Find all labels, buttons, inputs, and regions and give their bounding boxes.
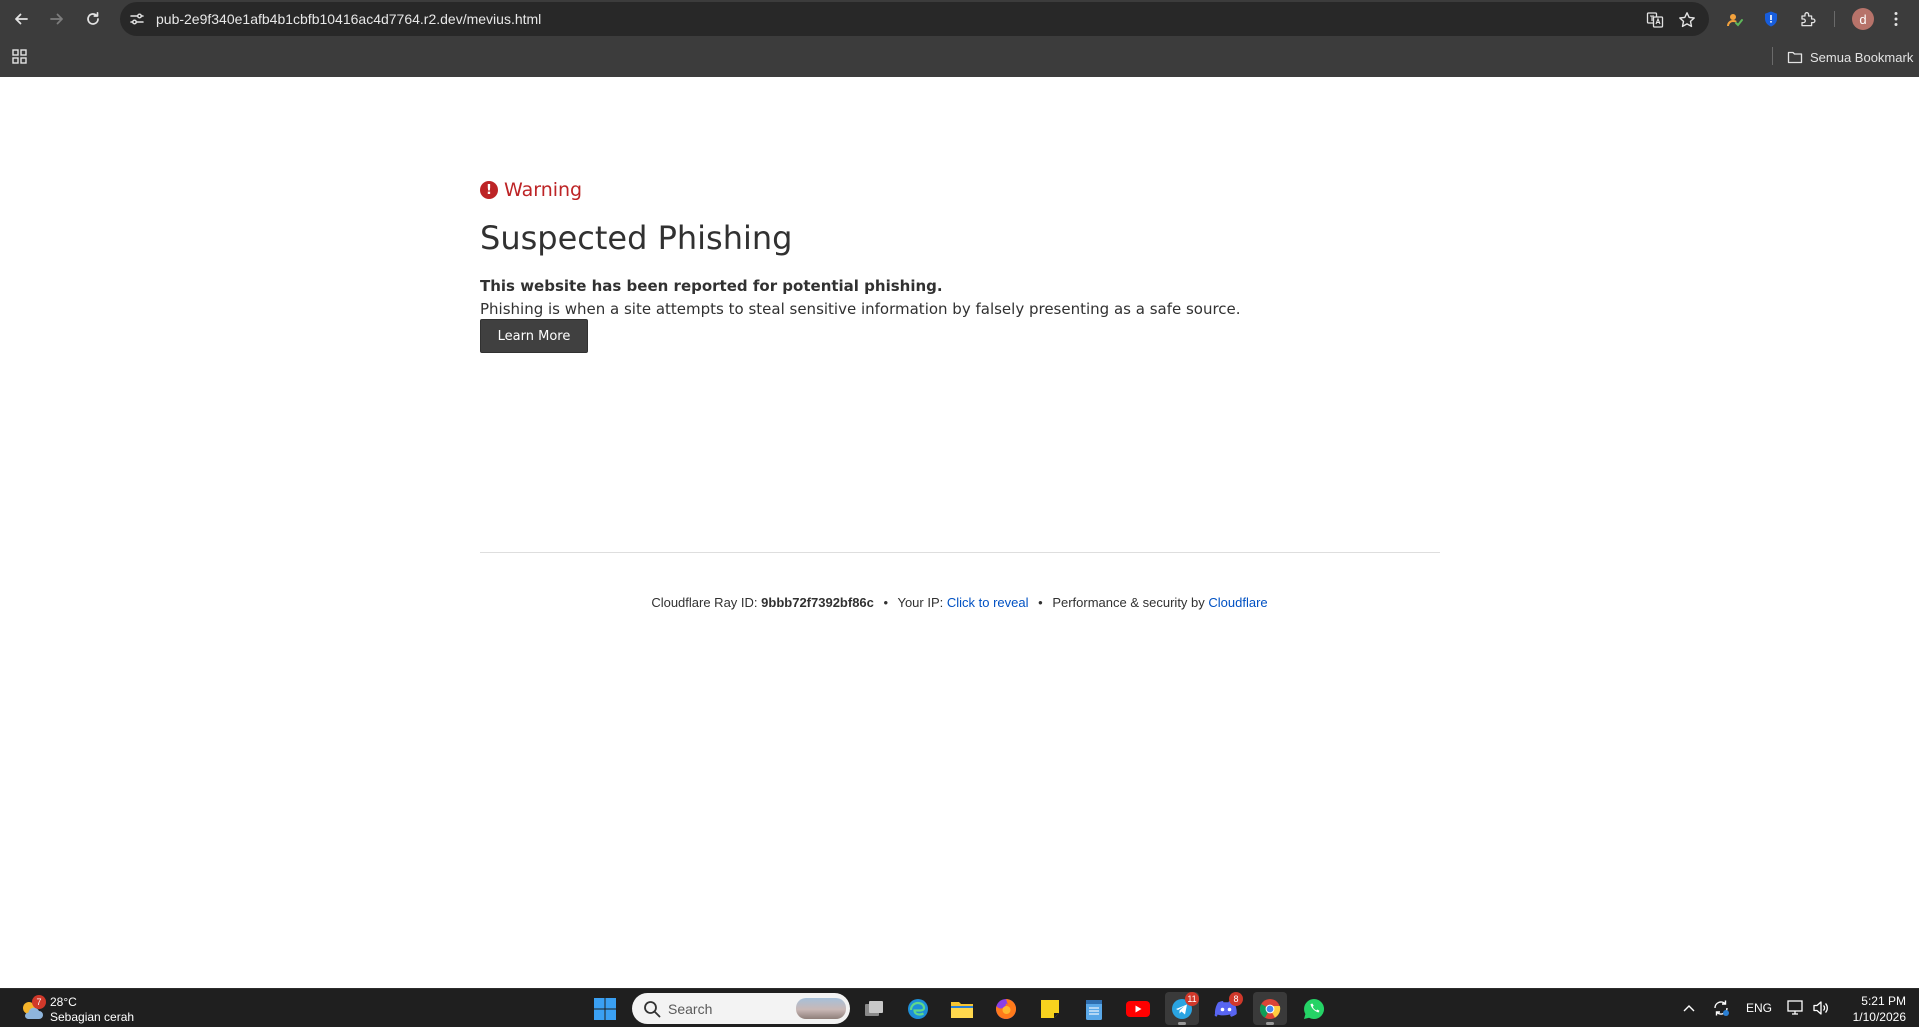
footer-divider (480, 552, 1440, 553)
weather-badge: 7 (32, 995, 46, 1009)
learn-more-button[interactable]: Learn More (480, 319, 588, 353)
browser-toolbar: pub-2e9f340e1afb4b1cbfb10416ac4d7764.r2.… (0, 0, 1919, 37)
warning-exclamation-icon: ! (480, 181, 498, 199)
weather-widget[interactable]: 7 28°C Sebagian cerah (18, 993, 148, 1025)
page-content: ! Warning Suspected Phishing This websit… (0, 77, 1919, 988)
all-bookmarks-label: Semua Bookmark (1810, 49, 1914, 65)
taskbar-notepad[interactable] (1077, 992, 1111, 1025)
notepad-icon (1086, 999, 1102, 1020)
taskbar-file-explorer[interactable] (945, 992, 979, 1025)
phishing-description: Phishing is when a site attempts to stea… (480, 300, 1241, 318)
apps-grid-icon[interactable] (10, 47, 30, 67)
show-hidden-icons-chevron-icon[interactable] (1680, 997, 1698, 1019)
taskbar-youtube[interactable] (1121, 992, 1155, 1025)
folder-icon (951, 1001, 973, 1018)
task-view-button[interactable] (857, 992, 891, 1025)
clock-date: 1/10/2026 (1852, 1010, 1906, 1024)
taskbar-discord[interactable]: 8 (1209, 992, 1243, 1025)
forward-button[interactable] (45, 7, 69, 31)
ip-prefix: Your IP: (897, 595, 944, 610)
profile-avatar[interactable]: d (1852, 8, 1874, 30)
whatsapp-icon (1304, 998, 1325, 1019)
system-clock[interactable]: 5:21 PM 1/10/2026 (1838, 993, 1906, 1025)
warning-heading: ! Warning (480, 179, 582, 201)
search-label: Search (668, 1001, 713, 1017)
footer-dot: • (1038, 595, 1043, 610)
running-indicator (1266, 1022, 1274, 1025)
start-button[interactable] (588, 992, 622, 1025)
address-bar[interactable]: pub-2e9f340e1afb4b1cbfb10416ac4d7764.r2.… (120, 2, 1709, 36)
forward-arrow-icon (50, 13, 63, 25)
search-highlight-image (796, 998, 846, 1019)
cloudflare-footer: Cloudflare Ray ID: 9bbb72f7392bf86c • Yo… (0, 595, 1919, 610)
password-manager-icon[interactable] (1759, 7, 1783, 31)
cloudflare-link[interactable]: Cloudflare (1208, 595, 1267, 610)
taskbar-chrome[interactable] (1253, 992, 1287, 1025)
edge-icon (908, 998, 928, 1019)
perf-prefix: Performance & security by (1052, 595, 1205, 610)
folder-icon (1787, 51, 1803, 64)
toolbar-separator (1834, 11, 1835, 27)
phishing-subtitle: This website has been reported for poten… (480, 277, 943, 295)
windows-logo-icon (594, 997, 616, 1020)
taskbar-whatsapp[interactable] (1297, 992, 1331, 1025)
site-info-icon[interactable] (128, 10, 146, 28)
bookmark-separator (1772, 47, 1773, 65)
telegram-badge: 11 (1185, 992, 1199, 1006)
chrome-icon (1259, 998, 1281, 1019)
footer-dot: • (883, 595, 889, 610)
network-icon[interactable] (1785, 997, 1807, 1019)
firefox-icon (996, 998, 1017, 1019)
language-indicator[interactable]: ENG (1745, 997, 1773, 1019)
all-bookmarks-button[interactable]: Semua Bookmark (1787, 46, 1913, 68)
ray-id-prefix: Cloudflare Ray ID: (651, 595, 758, 610)
taskbar-telegram[interactable]: 11 (1165, 992, 1199, 1025)
bookmark-bar: Semua Bookmark (0, 37, 1919, 77)
bookmark-star-icon[interactable] (1676, 9, 1698, 31)
clock-time: 5:21 PM (1861, 994, 1906, 1008)
discord-badge: 8 (1229, 992, 1243, 1006)
translate-icon[interactable] (1644, 9, 1666, 31)
task-view-icon (865, 1000, 883, 1016)
reload-button[interactable] (81, 7, 105, 31)
weather-condition: Sebagian cerah (50, 1010, 135, 1024)
reload-icon (87, 11, 99, 25)
taskbar-sticky-notes[interactable] (1033, 992, 1067, 1025)
reveal-ip-link[interactable]: Click to reveal (947, 595, 1029, 610)
weather-temp: 28°C (50, 995, 77, 1009)
taskbar-firefox[interactable] (989, 992, 1023, 1025)
menu-kebab-icon[interactable] (1884, 7, 1908, 31)
search-icon (644, 1001, 661, 1018)
extension-icon[interactable] (1723, 7, 1747, 31)
back-button[interactable] (9, 7, 33, 31)
back-arrow-icon (15, 13, 28, 25)
ray-id-value: 9bbb72f7392bf86c (761, 595, 874, 610)
sync-icon[interactable] (1710, 997, 1732, 1019)
extensions-puzzle-icon[interactable] (1796, 7, 1820, 31)
running-indicator (1178, 1022, 1186, 1025)
taskbar-search[interactable]: Search (632, 993, 850, 1024)
url-text[interactable]: pub-2e9f340e1afb4b1cbfb10416ac4d7764.r2.… (156, 11, 541, 27)
youtube-icon (1126, 1000, 1150, 1017)
sticky-notes-icon (1041, 999, 1059, 1018)
warning-label: Warning (504, 179, 583, 201)
windows-taskbar: 7 28°C Sebagian cerah Search 11 8 ENG 5:… (0, 988, 1919, 1027)
page-title: Suspected Phishing (480, 219, 793, 257)
taskbar-edge[interactable] (901, 992, 935, 1025)
volume-icon[interactable] (1810, 997, 1832, 1019)
